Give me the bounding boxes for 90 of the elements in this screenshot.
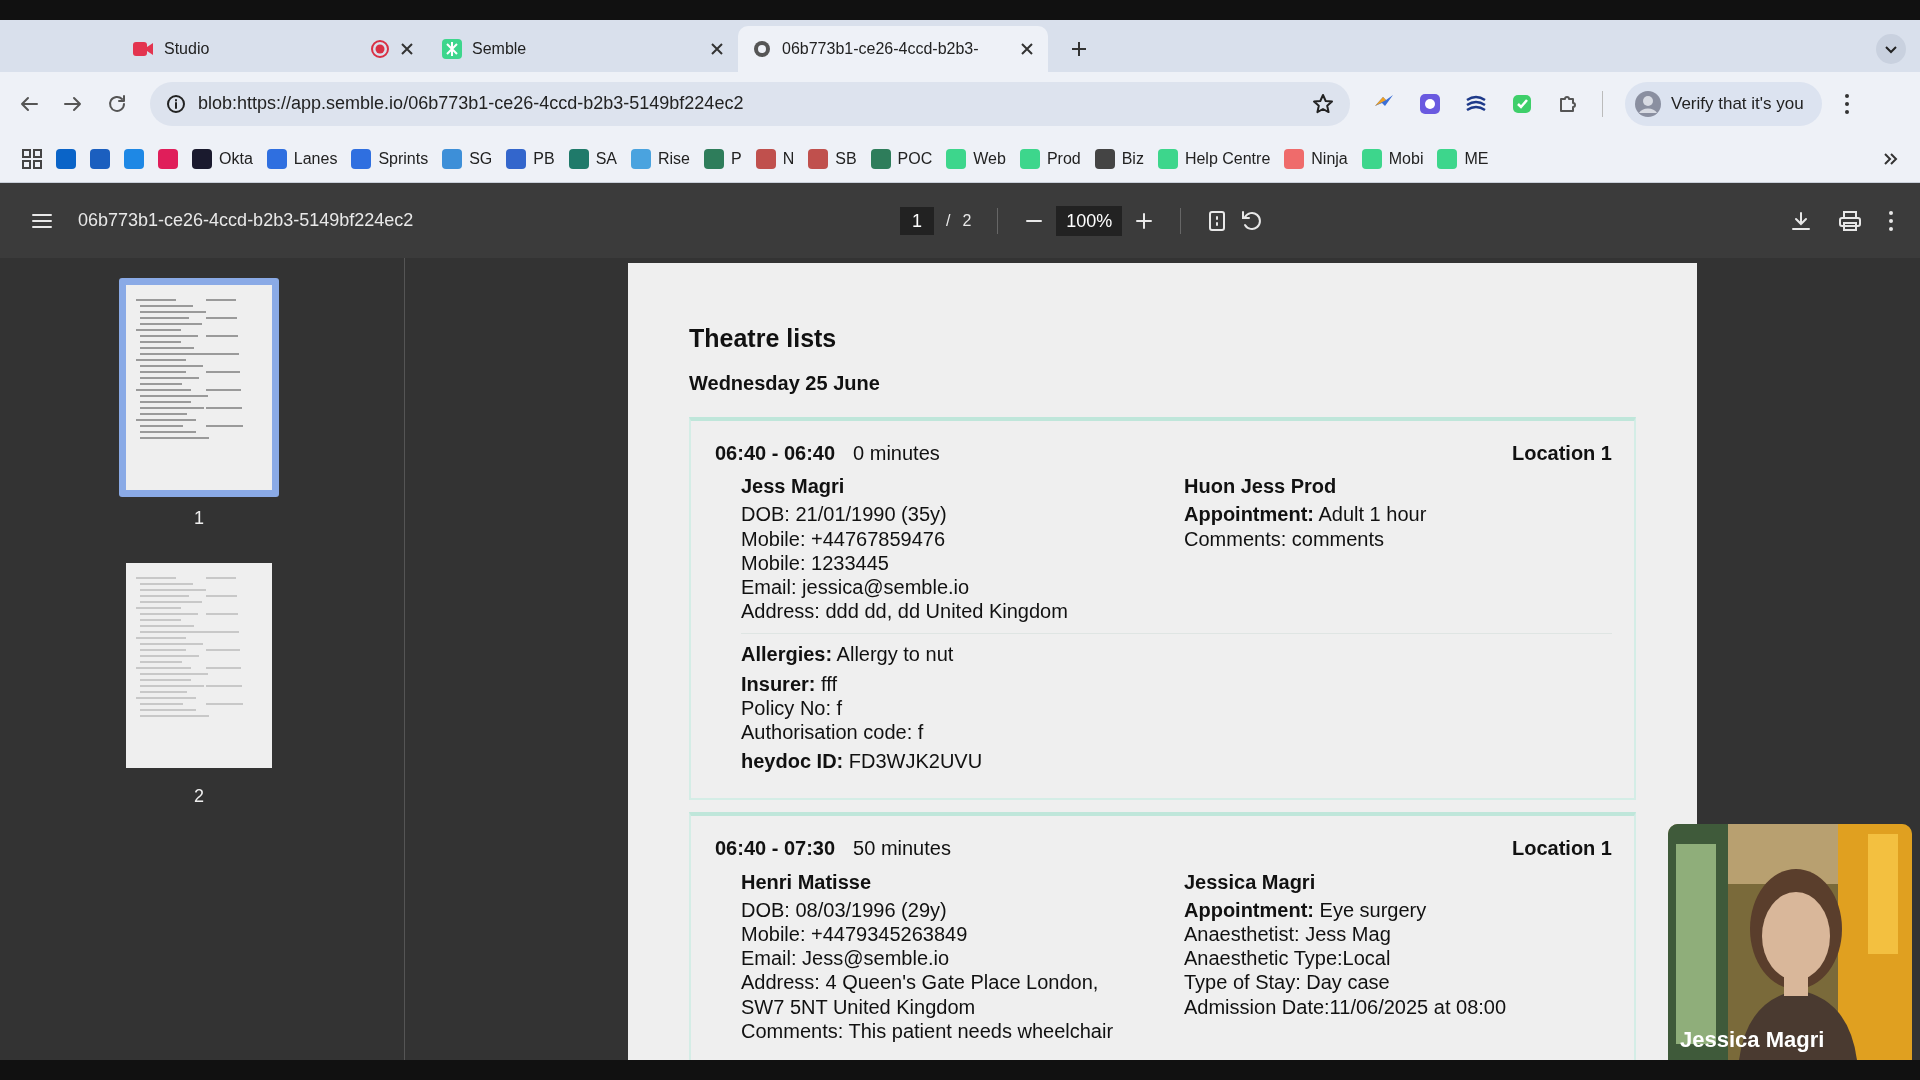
chevron-icon[interactable] [1882,150,1898,167]
bookmark-link[interactable]: SB [808,146,857,171]
close-icon[interactable] [400,42,414,56]
file-name: 06b773b1-ce26-4ccd-b2b3-5149bf224ec2 [78,209,414,232]
bookmark-link[interactable]: Rise [631,146,690,171]
detail-text: Email: jessica@semble.io [741,575,971,600]
detail-text: Mobile: +4479345263849 [741,922,969,947]
detail-text: DOB: 08/03/1996 (29y) [741,897,948,923]
video-camera-icon [132,40,154,58]
print-icon[interactable] [1838,209,1862,232]
browser-tab[interactable]: Studio [118,26,428,72]
bookmark-link[interactable]: Prod [1019,146,1081,171]
avatar-icon [1635,90,1661,117]
detail-text: Policy No: f [741,695,844,721]
date-heading: Wednesday 25 June [689,371,881,395]
detail-text: Address: ddd dd, dd United Kingdom [741,599,1069,624]
bookmark-link[interactable]: Okta [192,146,253,171]
detail-text: Address: 4 Queen's Gate Place London, SW7 5NT United Kingdom [741,970,1100,1019]
bookmark-link[interactable]: Lanes [266,146,338,171]
detail-text: Type of Stay: Day case [1184,970,1391,995]
semble-logo-icon [442,39,462,59]
browser-tab[interactable]: Semble [428,26,738,72]
page-count: 2 [962,210,972,231]
detail-text: Comments: This patient needs wheelchair [741,1018,1115,1044]
patient-name: Henri Matisse [741,869,873,894]
detail-text: Appointment: Eye surgery [1184,897,1428,923]
bookmark-link[interactable]: PB [506,146,555,171]
patient-name: Jess Magri [741,474,846,499]
reload-icon[interactable] [106,92,128,115]
star-icon[interactable] [1312,92,1334,115]
bookmark-link[interactable]: ME [1437,146,1489,171]
address-bar[interactable]: blob:https://app.semble.io/06b773b1-ce26-4ccd-b2b3-5149bf224ec2 [150,81,1350,126]
page-number-field[interactable]: 1 [899,206,934,235]
bookmark-link[interactable]: Ninja [1284,146,1348,171]
appointment-time: 06:40 - 06:40 [715,441,836,466]
appointment-time: 06:40 - 07:30 [715,836,836,861]
detail-text: Comments: comments [1184,526,1386,551]
page-separator: / [945,210,951,231]
bookmark-link[interactable]: Biz [1094,146,1144,171]
detail-text: Allergies: Allergy to nut [741,642,955,667]
detail-text: Insurer: fff [741,671,838,696]
bookmark-link[interactable]: Sprints [351,146,429,171]
download-icon[interactable] [1790,209,1812,232]
page-number: 2 [194,785,204,808]
detail-text: DOB: 21/01/1990 (35y) [741,502,948,527]
appointment-location: Location 1 [1512,441,1612,466]
detail-text: heydoc ID: FD3WJK2UVU [741,749,984,774]
appointment-location: Location 1 [1512,836,1612,861]
bookmark-link[interactable]: Mobi [1361,146,1424,171]
profile-button[interactable]: Verify that it's you [1625,81,1822,126]
fit-page-icon[interactable] [1207,209,1228,232]
page-number: 1 [194,507,204,530]
bookmark-link[interactable]: Help Centre [1157,146,1271,171]
apps-icon[interactable] [22,148,42,169]
bookmark-icon[interactable] [124,148,144,169]
bookmark-link[interactable]: Web [946,146,1006,171]
tab-list-icon[interactable] [1876,34,1906,64]
more-icon[interactable] [1888,209,1894,232]
bookmark-link[interactable]: P [704,146,742,171]
browser-tab[interactable]: 06b773b1-ce26-4ccd-b2b3- [738,26,1048,72]
info-icon [166,93,186,114]
clinician-name: Huon Jess Prod [1184,474,1338,499]
appointment-duration: 50 minutes [853,836,951,861]
detail-text: Anaesthetic Type:Local [1184,946,1392,971]
detail-text: Anaesthetist: Jess Mag [1184,922,1392,947]
document-title: Theatre lists [689,323,838,353]
new-tab-icon[interactable] [1070,40,1088,58]
bookmark-link[interactable]: N [755,146,795,171]
bookmark-icon[interactable] [56,148,76,169]
close-icon[interactable] [1020,42,1034,56]
zoom-field[interactable]: 100% [1056,205,1123,236]
close-icon[interactable] [710,42,724,56]
zoom-in-icon[interactable] [1134,210,1155,231]
bookmark-icon[interactable] [158,148,178,169]
extension-icon[interactable] [1418,91,1442,116]
more-icon[interactable] [1843,92,1850,115]
participant-name: Jessica Magri [1680,1026,1825,1054]
appointment-duration: 0 minutes [853,441,940,466]
detail-text: Authorisation code: f [741,720,925,745]
rotate-icon[interactable] [1239,208,1264,233]
bookmark-link[interactable]: SG [442,146,493,171]
detail-text: Mobile: 1233445 [741,550,890,575]
bookmark-link[interactable]: POC [870,146,933,171]
clinician-name: Jessica Magri [1184,869,1317,894]
detail-text: Email: Jess@semble.io [741,946,951,971]
bookmark-link[interactable]: SA [568,146,617,171]
detail-text: Mobile: +44767859476 [741,526,947,551]
detail-text: Admission Date:11/06/2025 at 08:00 [1184,994,1507,1019]
detail-text: Appointment: Adult 1 hour [1184,502,1427,527]
bookmark-icon[interactable] [90,148,110,169]
